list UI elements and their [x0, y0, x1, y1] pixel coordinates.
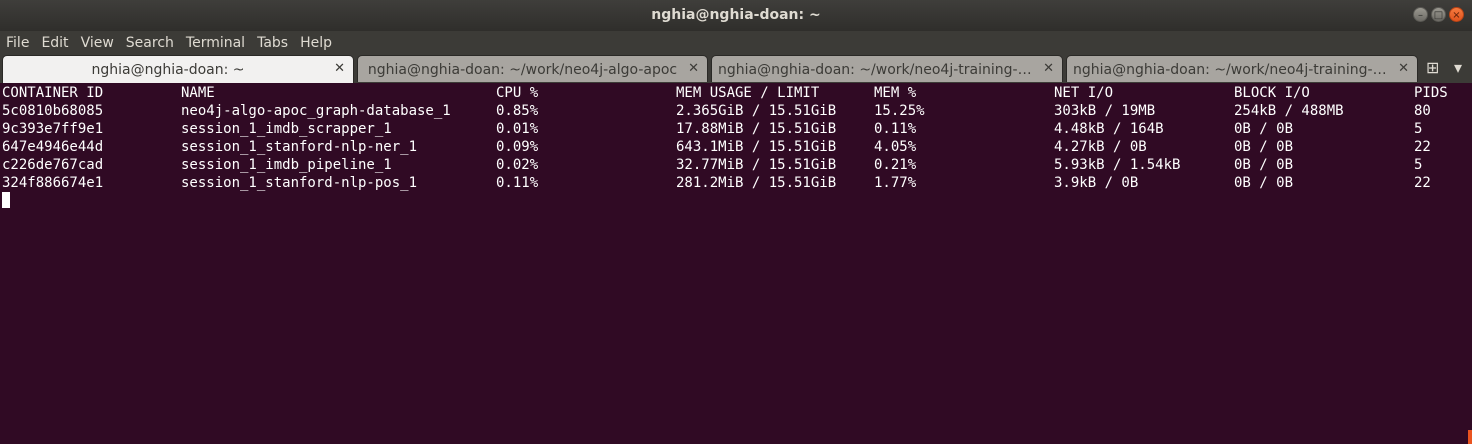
table-row: 9c393e7ff9e1 session_1_imdb_scrapper_1 0…	[0, 119, 1472, 137]
mem-usage: 643.1MiB / 15.51GiB	[676, 139, 837, 155]
table-row: 5c0810b68085 neo4j-algo-apoc_graph-datab…	[0, 101, 1472, 119]
maximize-icon[interactable]: □	[1431, 7, 1446, 22]
net-io: 4.48kB / 164B	[1054, 121, 1164, 137]
mem-percent: 1.77%	[874, 175, 917, 191]
block-io: 0B / 0B	[1234, 121, 1294, 137]
window-title: nghia@nghia-doan: ~	[651, 7, 821, 23]
pids: 22	[1414, 175, 1431, 191]
tab-menu-chevron-icon[interactable]: ▾	[1454, 58, 1462, 77]
mem-percent: 4.05%	[874, 139, 917, 155]
tab-close-icon[interactable]: ✕	[1043, 61, 1054, 76]
tab-label: nghia@nghia-doan: ~/work/neo4j-training-…	[1073, 62, 1391, 78]
cpu-percent: 0.11%	[496, 175, 539, 191]
table-header-row: CONTAINER ID NAME CPU % MEM USAGE / LIMI…	[0, 83, 1472, 101]
mem-usage: 17.88MiB / 15.51GiB	[676, 121, 837, 137]
column-header: MEM %	[874, 85, 917, 101]
pids: 5	[1414, 121, 1423, 137]
menu-bar: File Edit View Search Terminal Tabs Help	[0, 31, 1472, 55]
container-id: 324f886674e1	[2, 175, 104, 191]
column-header: BLOCK I/O	[1234, 85, 1310, 101]
block-io: 254kB / 488MB	[1234, 103, 1344, 119]
tab-close-icon[interactable]: ✕	[688, 61, 699, 76]
tab-neo4j-training-2[interactable]: nghia@nghia-doan: ~/work/neo4j-training-…	[1066, 55, 1418, 82]
block-io: 0B / 0B	[1234, 157, 1294, 173]
container-id: 5c0810b68085	[2, 103, 104, 119]
column-header: PIDS	[1414, 85, 1448, 101]
column-header: CONTAINER ID	[2, 85, 104, 101]
menu-terminal[interactable]: Terminal	[180, 31, 251, 55]
pids: 5	[1414, 157, 1423, 173]
block-io: 0B / 0B	[1234, 139, 1294, 155]
net-io: 4.27kB / 0B	[1054, 139, 1147, 155]
tab-home[interactable]: nghia@nghia-doan: ~ ✕	[2, 55, 354, 83]
column-header: MEM USAGE / LIMIT	[676, 85, 820, 101]
tab-neo4j-training-1[interactable]: nghia@nghia-doan: ~/work/neo4j-training-…	[711, 55, 1063, 82]
table-row: c226de767cad session_1_imdb_pipeline_1 0…	[0, 155, 1472, 173]
cpu-percent: 0.85%	[496, 103, 539, 119]
menu-file[interactable]: File	[0, 31, 35, 55]
pids: 80	[1414, 103, 1431, 119]
block-io: 0B / 0B	[1234, 175, 1294, 191]
net-io: 303kB / 19MB	[1054, 103, 1156, 119]
mem-percent: 0.11%	[874, 121, 917, 137]
cpu-percent: 0.09%	[496, 139, 539, 155]
tab-label: nghia@nghia-doan: ~/work/neo4j-algo-apoc	[367, 62, 678, 78]
container-name: session_1_imdb_scrapper_1	[181, 121, 392, 137]
tab-close-icon[interactable]: ✕	[1398, 61, 1409, 76]
container-name: session_1_imdb_pipeline_1	[181, 157, 392, 173]
menu-tabs[interactable]: Tabs	[251, 31, 294, 55]
column-header: NAME	[181, 85, 215, 101]
new-tab-icon[interactable]: ⊞	[1426, 58, 1439, 77]
menu-search[interactable]: Search	[120, 31, 180, 55]
minimize-icon[interactable]: –	[1413, 7, 1428, 22]
menu-help[interactable]: Help	[294, 31, 338, 55]
mem-usage: 281.2MiB / 15.51GiB	[676, 175, 837, 191]
table-row: 324f886674e1 session_1_stanford-nlp-pos_…	[0, 173, 1472, 191]
container-name: neo4j-algo-apoc_graph-database_1	[181, 103, 451, 119]
cpu-percent: 0.01%	[496, 121, 539, 137]
mem-usage: 2.365GiB / 15.51GiB	[676, 103, 837, 119]
scrollbar-indicator[interactable]	[1468, 430, 1472, 444]
column-header: NET I/O	[1054, 85, 1114, 101]
tab-label: nghia@nghia-doan: ~	[91, 62, 245, 78]
tab-close-icon[interactable]: ✕	[334, 61, 345, 76]
cpu-percent: 0.02%	[496, 157, 539, 173]
container-id: 647e4946e44d	[2, 139, 104, 155]
menu-view[interactable]: View	[75, 31, 120, 55]
window-controls: – □ ×	[1413, 7, 1464, 22]
tab-bar: nghia@nghia-doan: ~ ✕ nghia@nghia-doan: …	[0, 55, 1472, 83]
container-id: c226de767cad	[2, 157, 104, 173]
net-io: 5.93kB / 1.54kB	[1054, 157, 1181, 173]
net-io: 3.9kB / 0B	[1054, 175, 1139, 191]
container-name: session_1_stanford-nlp-pos_1	[181, 175, 418, 191]
window-titlebar: nghia@nghia-doan: ~ – □ ×	[0, 0, 1472, 31]
mem-percent: 15.25%	[874, 103, 925, 119]
pids: 22	[1414, 139, 1431, 155]
terminal-cursor	[2, 192, 10, 208]
menu-edit[interactable]: Edit	[35, 31, 74, 55]
container-id: 9c393e7ff9e1	[2, 121, 104, 137]
close-icon[interactable]: ×	[1449, 7, 1464, 22]
container-name: session_1_stanford-nlp-ner_1	[181, 139, 418, 155]
terminal-output[interactable]: CONTAINER ID NAME CPU % MEM USAGE / LIMI…	[0, 83, 1472, 444]
mem-usage: 32.77MiB / 15.51GiB	[676, 157, 837, 173]
mem-percent: 0.21%	[874, 157, 917, 173]
tab-label: nghia@nghia-doan: ~/work/neo4j-training-…	[718, 62, 1036, 78]
table-row: 647e4946e44d session_1_stanford-nlp-ner_…	[0, 137, 1472, 155]
tab-neo4j-algo-apoc[interactable]: nghia@nghia-doan: ~/work/neo4j-algo-apoc…	[357, 55, 708, 82]
column-header: CPU %	[496, 85, 539, 101]
